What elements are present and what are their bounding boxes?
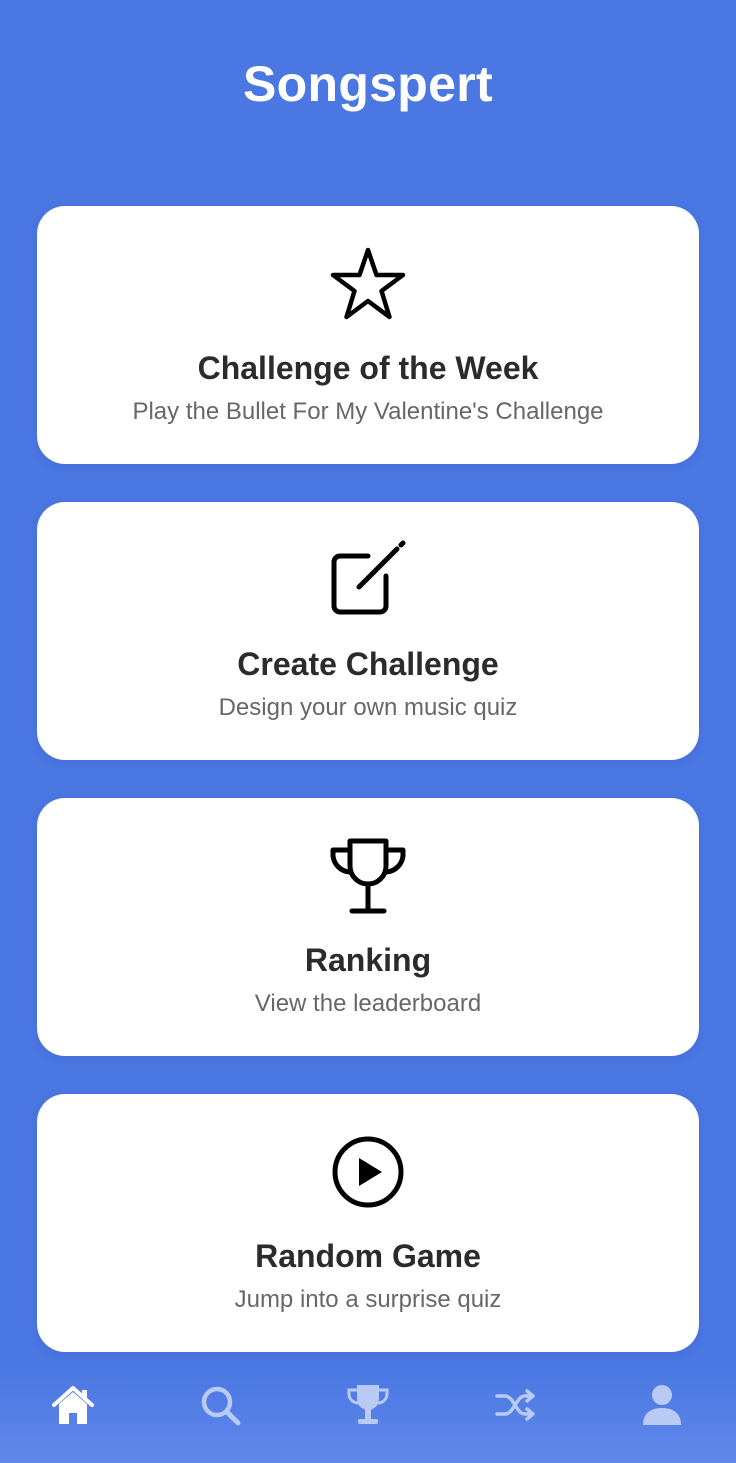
random-game-card[interactable]: Random Game Jump into a surprise quiz: [37, 1094, 699, 1352]
tab-ranking[interactable]: [345, 1382, 391, 1428]
card-title: Ranking: [304, 942, 432, 978]
search-icon: [197, 1382, 243, 1428]
tab-bar: [0, 1366, 736, 1463]
home-icon: [50, 1382, 96, 1428]
profile-icon: [639, 1382, 685, 1428]
card-subtitle: Design your own music quiz: [218, 694, 518, 721]
ranking-card[interactable]: Ranking View the leaderboard: [37, 798, 699, 1056]
play-circle-icon: [328, 1132, 408, 1212]
shuffle-icon: [492, 1382, 538, 1428]
tab-profile[interactable]: [639, 1382, 685, 1428]
card-subtitle: View the leaderboard: [254, 990, 482, 1017]
edit-icon: [328, 540, 408, 620]
card-list: Challenge of the Week Play the Bullet Fo…: [37, 206, 699, 1352]
app-title: Songspert: [243, 56, 493, 112]
trophy-icon: [345, 1382, 391, 1428]
trophy-icon: [328, 836, 408, 916]
star-icon: [328, 244, 408, 324]
card-subtitle: Play the Bullet For My Valentine's Chall…: [132, 398, 604, 425]
card-title: Challenge of the Week: [197, 350, 539, 386]
tab-home[interactable]: [50, 1382, 96, 1428]
card-subtitle: Jump into a surprise quiz: [234, 1286, 502, 1313]
tab-random[interactable]: [492, 1382, 538, 1428]
challenge-of-the-week-card[interactable]: Challenge of the Week Play the Bullet Fo…: [37, 206, 699, 464]
tab-search[interactable]: [197, 1382, 243, 1428]
create-challenge-card[interactable]: Create Challenge Design your own music q…: [37, 502, 699, 760]
card-title: Create Challenge: [237, 646, 499, 682]
card-title: Random Game: [255, 1238, 481, 1274]
